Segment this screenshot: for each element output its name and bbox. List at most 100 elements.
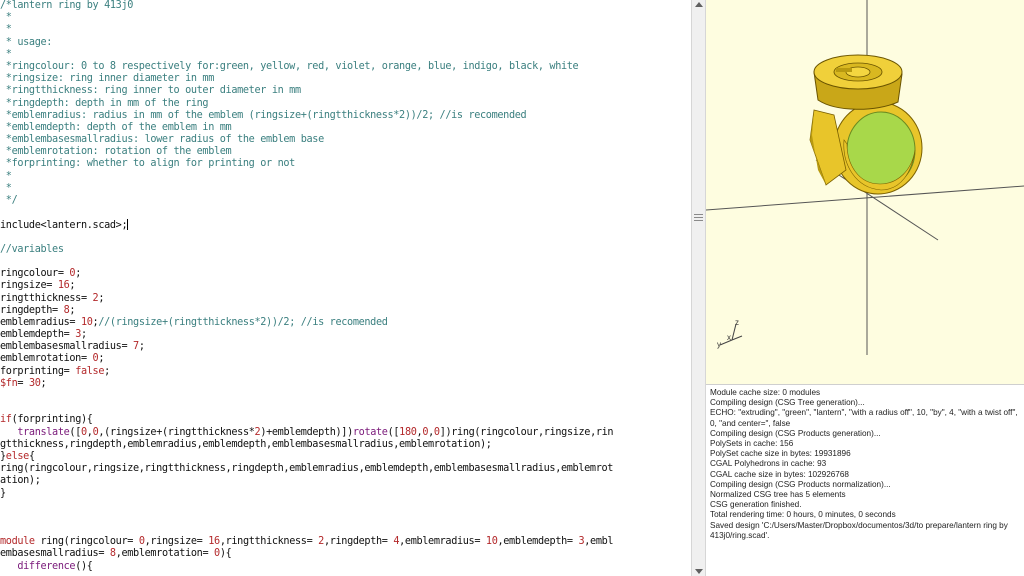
code-token: ; xyxy=(75,268,81,280)
code-text-area[interactable]: /*lantern ring by 413j0 * * * usage: * *… xyxy=(0,0,689,573)
code-token: ([ xyxy=(387,426,400,438)
code-token: ring(ringcolour,ringsize,ringtthickness,… xyxy=(0,463,614,475)
console-line: Compiling design (CSG Products normaliza… xyxy=(710,479,891,489)
3d-viewport[interactable]: z x y xyxy=(706,0,1024,384)
code-token: * xyxy=(0,12,12,24)
code-line[interactable]: *emblembasesmallradius: lower radius of … xyxy=(0,134,689,146)
code-line[interactable]: include<lantern.scad>; xyxy=(0,219,689,231)
code-token: ringsize= xyxy=(0,280,58,292)
code-line[interactable]: */ xyxy=(0,195,689,207)
gizmo-x xyxy=(731,335,743,341)
console-line: Compiling design (CSG Tree generation)..… xyxy=(710,398,865,408)
console-line: CGAL Polyhedrons in cache: 93 xyxy=(710,459,827,469)
code-line[interactable]: *ringsize: ring inner diameter in mm xyxy=(0,73,689,85)
code-line[interactable]: * usage: xyxy=(0,37,689,49)
code-line[interactable]: ringcolour= 0; xyxy=(0,268,689,280)
code-token: difference xyxy=(0,560,76,572)
code-line[interactable]: *ringtthickness: ring inner to outer dia… xyxy=(0,85,689,97)
console-line: PolySets in cache: 156 xyxy=(710,439,794,449)
scroll-up-icon[interactable] xyxy=(695,2,703,7)
code-line[interactable]: *emblemradius: radius in mm of the emble… xyxy=(0,110,689,122)
code-line[interactable] xyxy=(0,256,689,268)
code-token: ])ring(ringcolour,ringsize,rin xyxy=(439,426,614,438)
code-token: ; xyxy=(80,329,87,341)
editor-scrollbar[interactable] xyxy=(691,0,706,576)
code-line[interactable]: forprinting= false; xyxy=(0,366,689,378)
code-line[interactable]: module ring(ringcolour= 0,ringsize= 16,r… xyxy=(0,536,689,548)
code-line[interactable]: *emblemrotation: rotation of the emblem xyxy=(0,146,689,158)
code-line[interactable]: *emblemdepth: depth of the emblem in mm xyxy=(0,122,689,134)
code-line[interactable]: * xyxy=(0,171,689,183)
code-token: *forprinting: whether to align for print… xyxy=(0,158,296,170)
code-line[interactable]: if(forprinting){ xyxy=(0,414,689,426)
code-token: //(ringsize+(ringtthickness*2))/2; //is … xyxy=(98,316,388,328)
code-token: forprinting= xyxy=(0,365,76,377)
code-line[interactable]: ringdepth= 8; xyxy=(0,305,689,317)
code-token: ){ xyxy=(219,548,232,560)
code-line[interactable]: *ringdepth: depth in mm of the ring xyxy=(0,98,689,110)
code-token: /*lantern ring by 413j0 xyxy=(0,0,134,11)
code-token: 30 xyxy=(28,377,41,389)
code-line[interactable]: emblemdepth= 3; xyxy=(0,329,689,341)
code-token: ,ringtthickness= xyxy=(219,536,319,548)
code-token: emblemradius= xyxy=(0,316,81,328)
code-line[interactable]: emblembasesmallradius= 7; xyxy=(0,341,689,353)
code-line[interactable]: emblemrotation= 0; xyxy=(0,353,689,365)
code-line[interactable]: /*lantern ring by 413j0 xyxy=(0,0,689,12)
code-line[interactable]: ring(ringcolour,ringsize,ringtthickness,… xyxy=(0,463,689,475)
code-line[interactable]: //variables xyxy=(0,244,689,256)
code-token: rotate xyxy=(352,426,388,438)
code-line[interactable] xyxy=(0,402,689,414)
code-line[interactable]: * xyxy=(0,12,689,24)
code-line[interactable] xyxy=(0,500,689,512)
code-line[interactable]: gtthickness,ringdepth,emblemradius,emble… xyxy=(0,439,689,451)
code-line[interactable] xyxy=(0,232,689,244)
code-token: ,(ringsize+(ringtthickness* xyxy=(98,426,255,438)
code-line[interactable] xyxy=(0,512,689,524)
code-editor[interactable]: /*lantern ring by 413j0 * * * usage: * *… xyxy=(0,0,691,576)
code-line[interactable]: ringsize= 16; xyxy=(0,280,689,292)
console-output: Module cache size: 0 modules Compiling de… xyxy=(706,384,1024,576)
ring-side-face xyxy=(809,109,847,186)
code-token: 10 xyxy=(485,536,498,548)
code-line[interactable]: * xyxy=(0,183,689,195)
code-line[interactable]: $fn= 30; xyxy=(0,378,689,390)
code-line[interactable]: } xyxy=(0,488,689,500)
code-token: { xyxy=(28,450,35,462)
scroll-down-icon[interactable] xyxy=(695,569,703,574)
code-line[interactable]: ation); xyxy=(0,475,689,487)
code-token: ,emblemradius= xyxy=(399,536,486,548)
code-line[interactable]: }else{ xyxy=(0,451,689,463)
gizmo-y-label: y xyxy=(717,340,721,349)
code-token: ,ringdepth= xyxy=(323,536,394,548)
code-line[interactable]: *forprinting: whether to align for print… xyxy=(0,158,689,170)
code-line[interactable]: ringtthickness= 2; xyxy=(0,293,689,305)
code-token: ; xyxy=(98,353,105,365)
code-token: *ringcolour: 0 to 8 respectively for:gre… xyxy=(0,60,579,72)
emblem-bar xyxy=(836,68,852,72)
code-token: *emblembasesmallradius: lower radius of … xyxy=(0,134,324,146)
code-line[interactable] xyxy=(0,524,689,536)
code-token: if xyxy=(0,414,12,426)
code-line[interactable]: difference(){ xyxy=(0,561,689,573)
code-token: ,emblemrotation= xyxy=(115,548,215,560)
code-token: 16 xyxy=(208,536,220,548)
console-line: Total rendering time: 0 hours, 0 minutes… xyxy=(710,510,896,520)
code-token: $fn xyxy=(0,377,18,389)
code-token: ,embl xyxy=(584,536,614,548)
code-line[interactable]: * xyxy=(0,49,689,61)
code-line[interactable]: * xyxy=(0,24,689,36)
code-token: 16 xyxy=(57,280,70,292)
splitter-grip-icon[interactable] xyxy=(694,212,703,224)
code-token: translate xyxy=(0,426,70,438)
console-line: Normalized CSG tree has 5 elements xyxy=(710,490,846,500)
code-line[interactable]: emblemradius= 10;//(ringsize+(ringtthick… xyxy=(0,317,689,329)
code-line[interactable]: translate([0,0,(ringsize+(ringtthickness… xyxy=(0,427,689,439)
console-line: CSG generation finished. xyxy=(710,500,802,510)
code-line[interactable]: *ringcolour: 0 to 8 respectively for:gre… xyxy=(0,61,689,73)
code-line[interactable] xyxy=(0,390,689,402)
code-token: emblemrotation= xyxy=(0,353,93,365)
code-line[interactable]: embasesmallradius= 8,emblemrotation= 0){ xyxy=(0,548,689,560)
code-line[interactable] xyxy=(0,207,689,219)
code-token: *ringtthickness: ring inner to outer dia… xyxy=(0,85,301,97)
